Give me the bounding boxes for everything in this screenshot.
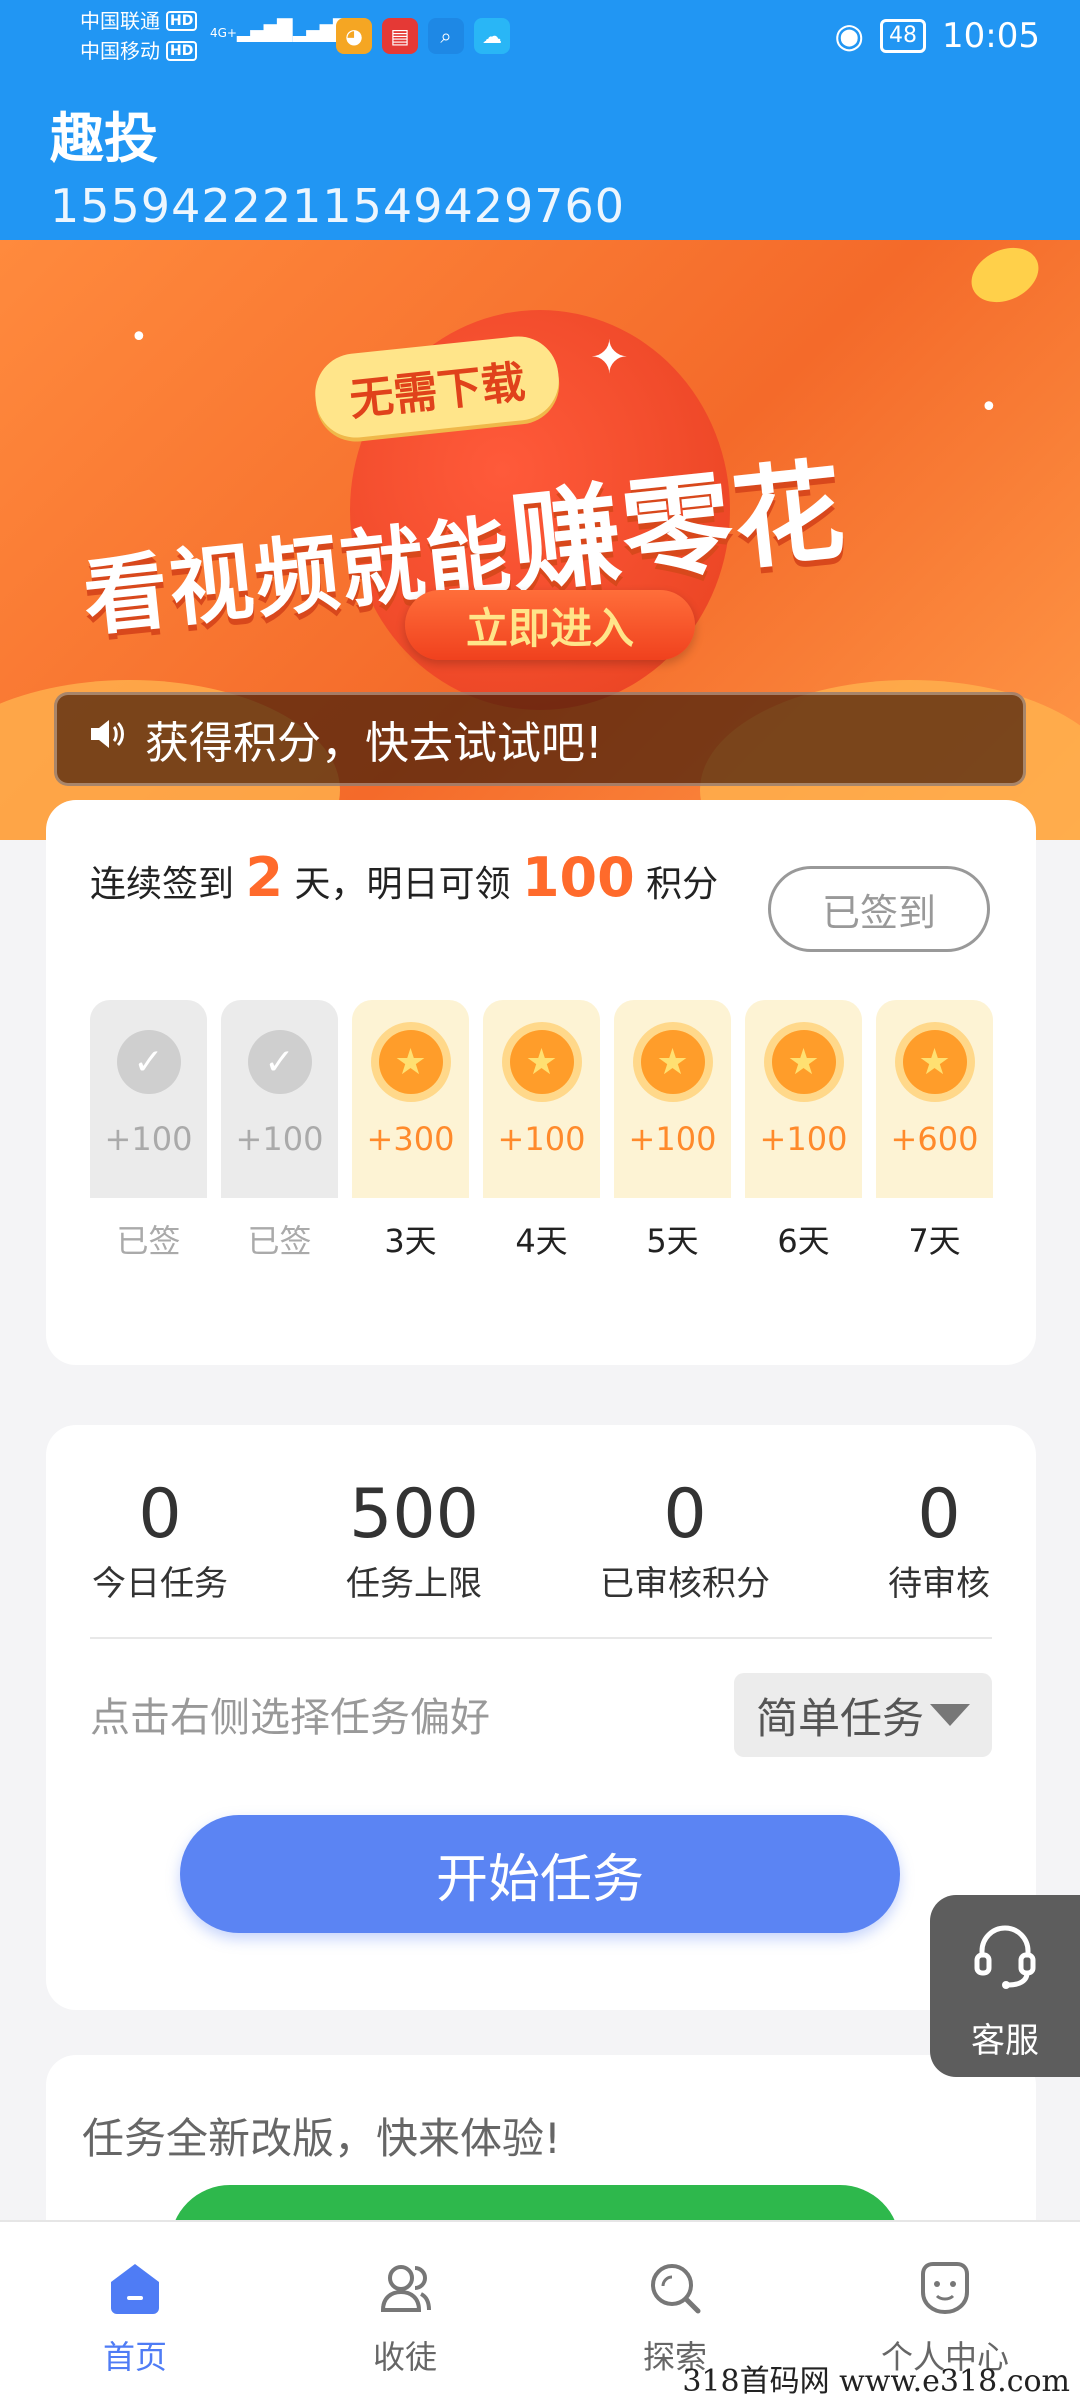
task-preference-select[interactable]: 简单任务 [734,1673,992,1757]
day-points: +300 [366,1120,455,1158]
day-label: 已签 [116,1222,181,1260]
signin-day: ★ +100 6天 [745,1000,862,1262]
clock: 10:05 [942,16,1040,56]
user-id: 1559422211549429760 [50,179,626,233]
divider [90,1637,992,1639]
streak-days: 2 [245,846,284,909]
stat-pending-review: 0 待审核 [888,1475,990,1605]
signin-text-suffix: 积分 [646,864,719,905]
signin-day: ★ +100 4天 [483,1000,600,1262]
signin-card: 连续签到 2 天，明日可领 100 积分 已签到 ✓ +100 已签 ✓ +100 … [46,800,1036,1365]
watermark: 318首码网 www.e318.com [682,2364,1070,2399]
stat-label: 任务上限 [346,1564,482,1604]
explore-icon [645,2258,705,2322]
stat-value: 0 [663,1475,707,1554]
sparkle-icon: • [980,390,998,425]
network-type-2: 4G [276,26,293,40]
star-coin-icon: ★ [902,1030,967,1094]
signin-day: ✓ +100 已签 [90,1000,207,1262]
task-card: 0 今日任务 500 任务上限 0 已审核积分 0 待审核 点击右侧选择任务偏好… [46,1425,1036,2010]
carrier-info: 中国联通 HD 中国移动 HD [80,6,198,66]
network-type-1: 4G+ [210,26,237,40]
weather-notification-icon: ☁ [474,18,510,54]
stat-value: 0 [917,1475,961,1554]
promo-text: 任务全新改版，快来体验! [82,2114,561,2163]
signin-days: ✓ +100 已签 ✓ +100 已签 ★ +300 3天 ★ +100 4天 ★ +10… [90,1000,993,1262]
app-notification-icon: ◕ [336,18,372,54]
task-stats: 0 今日任务 500 任务上限 0 已审核积分 0 待审核 [46,1475,1036,1605]
signin-summary: 连续签到 2 天，明日可领 100 积分 [90,850,810,913]
day-label: 5天 [646,1222,699,1260]
stat-label: 已审核积分 [600,1564,770,1604]
sparkle-icon: • [130,320,148,355]
stat-value: 0 [138,1475,182,1554]
signin-day: ★ +600 7天 [876,1000,993,1262]
caret-down-icon [930,1704,970,1726]
preference-hint: 点击右侧选择任务偏好 [90,1695,490,1741]
app-header: 趣投 1559422211549429760 [0,80,1080,240]
search-notification-icon: ⌕ [428,18,464,54]
star-coin-icon: ★ [509,1030,574,1094]
battery-icon: 48 [880,19,927,53]
signin-day: ✓ +100 已签 [221,1000,338,1262]
check-icon: ✓ [116,1030,181,1094]
day-label: 3天 [384,1222,437,1260]
signin-day: ★ +100 5天 [614,1000,731,1262]
tomorrow-points: 100 [521,846,635,909]
carrier-1: 中国联通 [80,9,160,33]
day-points: +100 [104,1120,193,1158]
notice-bar: 获得积分，快去试试吧! [54,692,1026,786]
day-label: 7天 [908,1222,961,1260]
eye-icon: ◉ [834,16,865,56]
signin-text-prefix: 连续签到 [90,864,235,905]
stat-today-tasks: 0 今日任务 [92,1475,228,1605]
day-points: +100 [759,1120,848,1158]
notice-text: 获得积分，快去试试吧! [145,718,603,769]
banner-headline-part2: 赚零花 [504,446,852,609]
speaker-icon [87,714,127,765]
day-label: 4天 [515,1222,568,1260]
tab-label: 收徒 [372,2338,437,2376]
status-bar: 中国联通 HD 中国移动 HD 4G+▂▄▆█ 4G▂▄▆█ ◕ ▤ ⌕ ☁ ◉… [0,0,1080,80]
start-task-button[interactable]: 开始任务 [180,1815,900,1933]
stat-label: 待审核 [888,1564,990,1604]
day-points: +100 [628,1120,717,1158]
hd-badge: HD [166,41,198,61]
headset-icon [968,1917,1042,1995]
hd-badge: HD [166,11,198,31]
stat-value: 500 [349,1475,479,1554]
sparkle-icon: ✦ [590,330,629,384]
customer-service-button[interactable]: 客服 [930,1895,1080,2077]
coin-icon [962,240,1048,313]
check-icon: ✓ [247,1030,312,1094]
day-points: +100 [497,1120,586,1158]
tab-home[interactable]: 首页 [0,2222,270,2400]
preference-value: 简单任务 [755,1693,924,1743]
app-title: 趣投 [50,107,158,170]
day-label: 6天 [777,1222,830,1260]
signin-day: ★ +300 3天 [352,1000,469,1262]
reader-notification-icon: ▤ [382,18,418,54]
star-coin-icon: ★ [771,1030,836,1094]
users-icon [375,2258,435,2322]
enter-now-button[interactable]: 立即进入 [405,590,695,660]
tab-label: 首页 [102,2338,167,2376]
stat-task-limit: 500 任务上限 [346,1475,482,1605]
stat-approved-points: 0 已审核积分 [600,1475,770,1605]
star-coin-icon: ★ [378,1030,443,1094]
signin-text-mid: 天，明日可领 [294,864,511,905]
stat-label: 今日任务 [92,1564,228,1604]
star-coin-icon: ★ [640,1030,705,1094]
profile-icon [915,2258,975,2322]
notification-icons: ◕ ▤ ⌕ ☁ [336,18,510,54]
carrier-2: 中国移动 [80,39,160,63]
day-label: 已签 [247,1222,312,1260]
customer-service-label: 客服 [971,2021,1039,2061]
signed-in-button[interactable]: 已签到 [768,866,990,952]
day-points: +600 [890,1120,979,1158]
tab-apprentice[interactable]: 收徒 [270,2222,540,2400]
day-points: +100 [235,1120,324,1158]
home-icon [105,2258,165,2322]
